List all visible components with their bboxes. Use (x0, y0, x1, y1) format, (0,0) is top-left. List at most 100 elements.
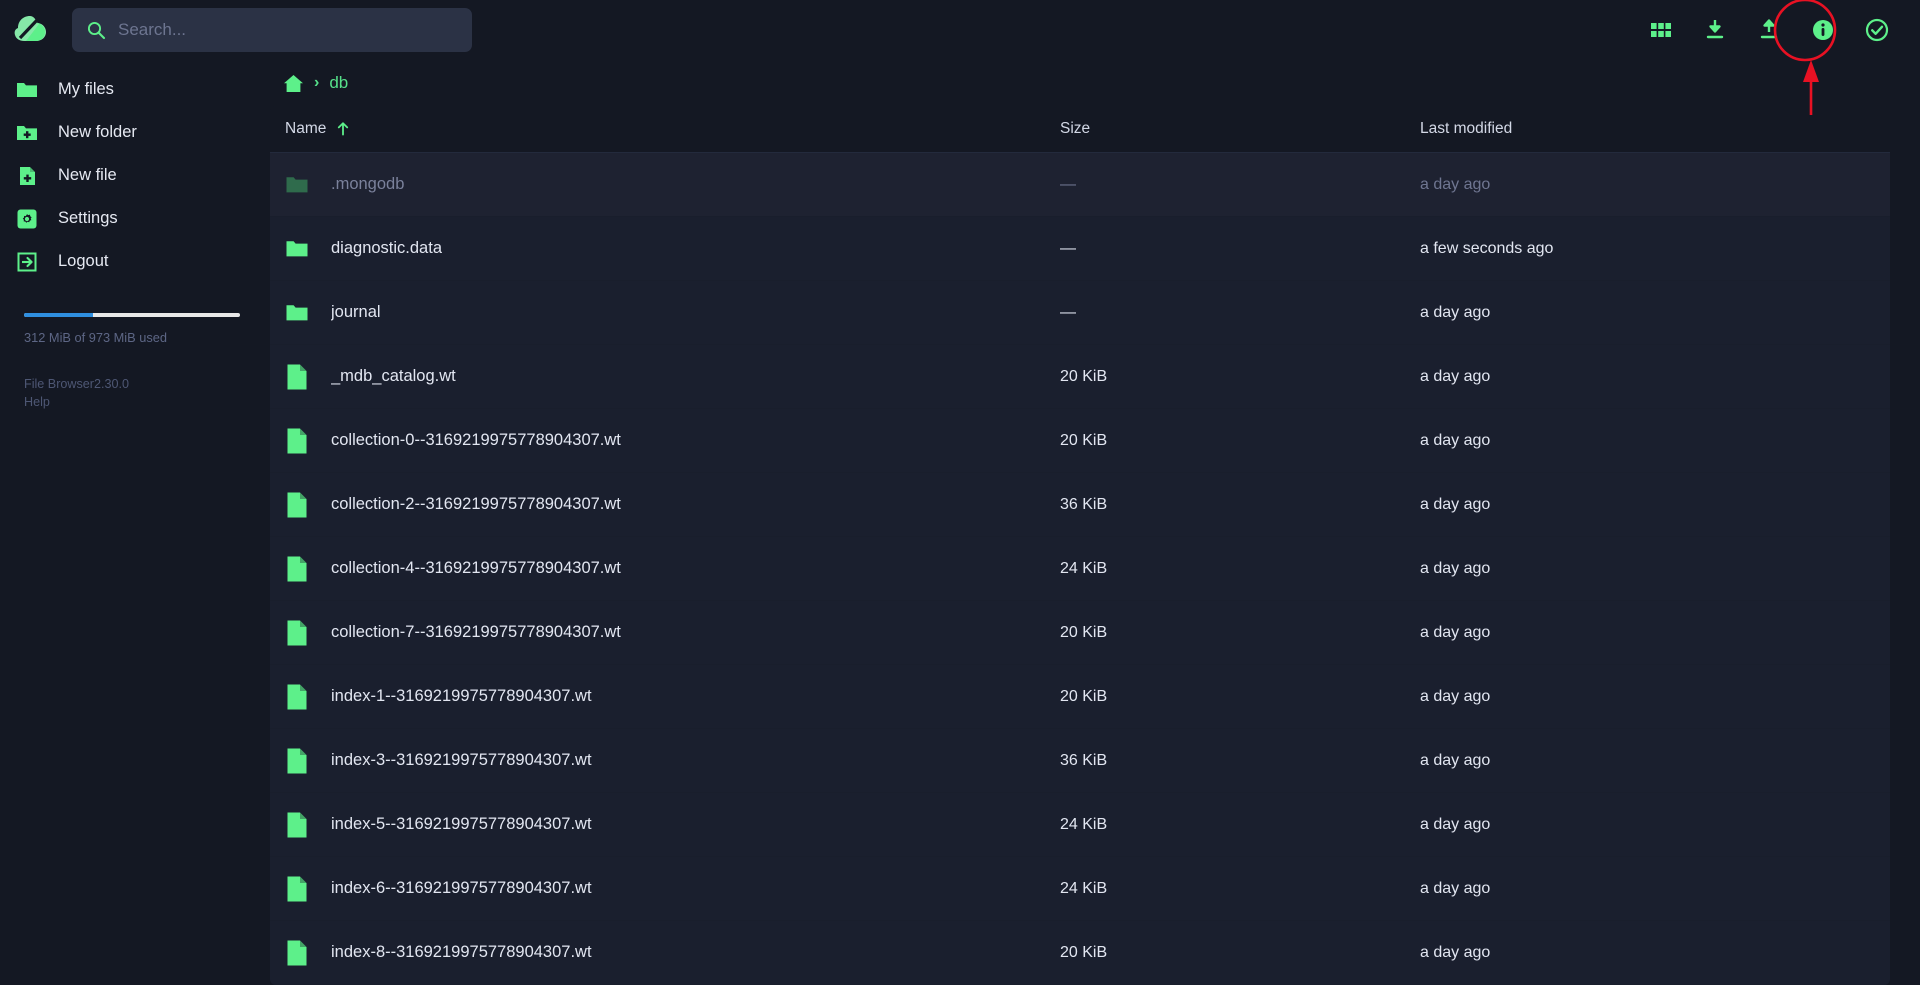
main-content: › db Name Size Last modified .mongodb — a … (240, 60, 1920, 985)
table-row[interactable]: _mdb_catalog.wt 20 KiB a day ago (270, 345, 1890, 409)
breadcrumb-separator: › (314, 74, 320, 91)
breadcrumb: › db (270, 60, 1890, 106)
search-icon (86, 20, 106, 40)
file-plus-icon (14, 163, 40, 189)
table-row[interactable]: collection-7--3169219975778904307.wt 20 K… (270, 601, 1890, 665)
file-size: 24 KiB (1060, 879, 1108, 897)
sidebar: My files New folder New file Settings Lo… (0, 60, 240, 961)
sidebar-item-my-files[interactable]: My files (0, 68, 240, 111)
file-name: diagnostic.data (331, 239, 442, 257)
table-row[interactable]: journal — a day ago (270, 281, 1890, 345)
storage-usage: 312 MiB of 973 MiB used (24, 313, 240, 345)
file-size: — (1060, 175, 1076, 193)
file-name: collection-4--3169219975778904307.wt (331, 559, 621, 577)
file-name: index-6--3169219975778904307.wt (331, 879, 592, 897)
file-name: collection-7--3169219975778904307.wt (331, 623, 621, 641)
file-modified: a day ago (1420, 623, 1491, 641)
upload-icon[interactable] (1756, 17, 1782, 43)
storage-usage-label: 312 MiB of 973 MiB used (24, 330, 167, 345)
table-row[interactable]: index-1--3169219975778904307.wt 20 KiB a d… (270, 665, 1890, 729)
folder-icon (285, 171, 309, 199)
column-header-name[interactable]: Name (270, 120, 1060, 138)
file-modified: a day ago (1420, 303, 1491, 321)
table-row[interactable]: index-5--3169219975778904307.wt 24 KiB a d… (270, 793, 1890, 857)
file-modified: a day ago (1420, 943, 1491, 961)
file-name: index-1--3169219975778904307.wt (331, 687, 592, 705)
table-row[interactable]: collection-2--3169219975778904307.wt 36 K… (270, 473, 1890, 537)
table-row[interactable]: collection-0--3169219975778904307.wt 20 K… (270, 409, 1890, 473)
table-row[interactable]: diagnostic.data — a few seconds ago (270, 217, 1890, 281)
file-modified: a day ago (1420, 175, 1491, 193)
table-row[interactable]: .mongodb — a day ago (270, 153, 1890, 217)
file-modified: a day ago (1420, 815, 1491, 833)
file-name: .mongodb (331, 175, 405, 193)
sidebar-item-label: New file (58, 166, 117, 184)
file-size: 24 KiB (1060, 815, 1108, 833)
file-name-cell: index-1--3169219975778904307.wt (270, 683, 1060, 711)
file-icon (285, 363, 309, 391)
file-name: collection-2--3169219975778904307.wt (331, 495, 621, 513)
file-size: 20 KiB (1060, 623, 1108, 641)
folder-icon (285, 299, 309, 327)
sidebar-item-new-file[interactable]: New file (0, 154, 240, 197)
sidebar-item-new-folder[interactable]: New folder (0, 111, 240, 154)
arrow-up-icon (335, 121, 351, 137)
file-name-cell: diagnostic.data (270, 235, 1060, 263)
download-icon[interactable] (1702, 17, 1728, 43)
file-name-cell: collection-0--3169219975778904307.wt (270, 427, 1060, 455)
table-row[interactable]: collection-4--3169219975778904307.wt 24 K… (270, 537, 1890, 601)
switch-view-icon[interactable] (1648, 17, 1674, 43)
breadcrumb-segment-db[interactable]: db (329, 73, 348, 93)
file-name: collection-0--3169219975778904307.wt (331, 431, 621, 449)
column-header-modified[interactable]: Last modified (1420, 120, 1890, 138)
sidebar-item-settings[interactable]: Settings (0, 197, 240, 240)
file-name-cell: index-6--3169219975778904307.wt (270, 875, 1060, 903)
file-size: 36 KiB (1060, 751, 1108, 769)
app-version-link[interactable]: File Browser2.30.0 (24, 375, 216, 393)
file-size: 20 KiB (1060, 943, 1108, 961)
file-name: index-3--3169219975778904307.wt (331, 751, 592, 769)
column-header-name-label: Name (285, 120, 327, 137)
sidebar-item-label: Settings (58, 209, 118, 227)
top-toolbar (1648, 17, 1920, 43)
select-multiple-icon[interactable] (1864, 17, 1890, 43)
file-modified: a day ago (1420, 687, 1491, 705)
file-modified: a day ago (1420, 367, 1491, 385)
home-icon[interactable] (282, 72, 304, 94)
sidebar-footer: File Browser2.30.0 Help (24, 375, 216, 412)
table-row[interactable]: index-6--3169219975778904307.wt 24 KiB a d… (270, 857, 1890, 921)
column-header-size-label: Size (1060, 120, 1091, 137)
search-input[interactable] (118, 20, 458, 40)
file-size: 24 KiB (1060, 559, 1108, 577)
file-size: 20 KiB (1060, 367, 1108, 385)
sidebar-item-logout[interactable]: Logout (0, 240, 240, 283)
file-icon (285, 683, 309, 711)
file-name-cell: index-8--3169219975778904307.wt (270, 939, 1060, 967)
column-header-size[interactable]: Size (1060, 120, 1420, 138)
file-modified: a day ago (1420, 879, 1491, 897)
folder-plus-icon (14, 120, 40, 146)
file-size: 20 KiB (1060, 431, 1108, 449)
help-link[interactable]: Help (24, 393, 216, 411)
file-name-cell: .mongodb (270, 171, 1060, 199)
info-icon[interactable] (1810, 17, 1836, 43)
file-modified: a day ago (1420, 495, 1491, 513)
file-listing: Name Size Last modified .mongodb — a day a… (270, 106, 1890, 985)
sidebar-item-label: Logout (58, 252, 109, 270)
sidebar-item-label: My files (58, 80, 114, 98)
file-listing-header: Name Size Last modified (270, 106, 1890, 153)
sidebar-item-label: New folder (58, 123, 137, 141)
file-icon (285, 619, 309, 647)
file-name: journal (331, 303, 381, 321)
search-bar[interactable] (72, 8, 472, 52)
app-logo[interactable] (0, 0, 60, 60)
storage-usage-fill (24, 313, 94, 317)
file-icon (285, 555, 309, 583)
top-bar (0, 0, 1920, 60)
table-row[interactable]: index-3--3169219975778904307.wt 36 KiB a d… (270, 729, 1890, 793)
file-modified: a day ago (1420, 431, 1491, 449)
file-name-cell: collection-4--3169219975778904307.wt (270, 555, 1060, 583)
column-header-modified-label: Last modified (1420, 120, 1513, 137)
file-name: _mdb_catalog.wt (331, 367, 456, 385)
table-row[interactable]: index-8--3169219975778904307.wt 20 KiB a d… (270, 921, 1890, 985)
